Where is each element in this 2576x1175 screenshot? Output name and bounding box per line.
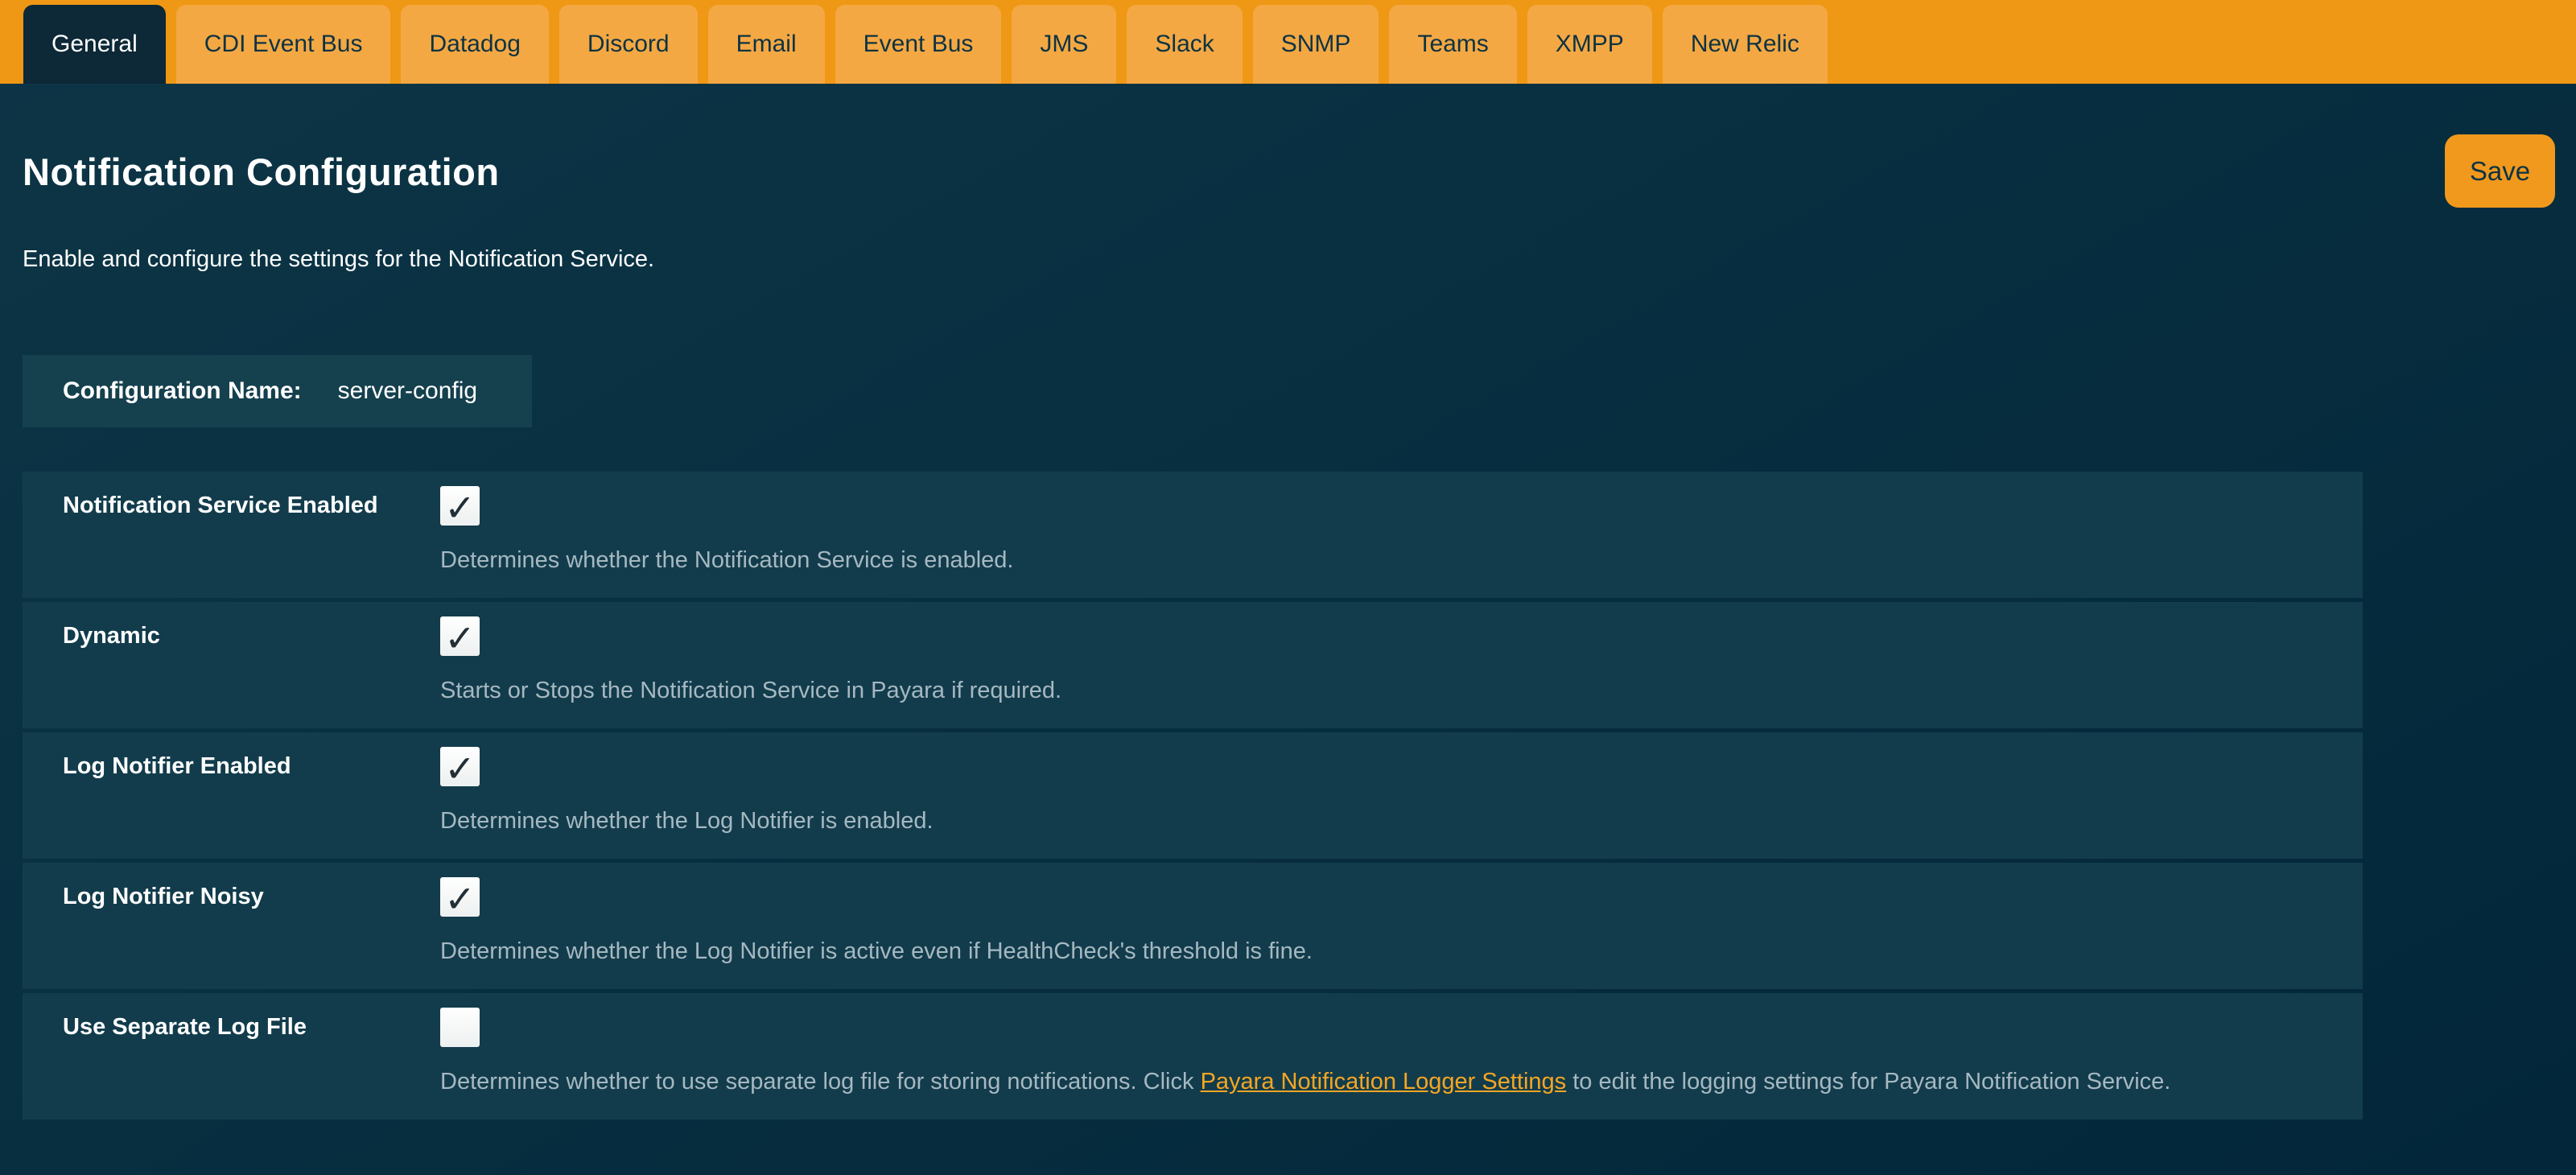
- settings-table: Notification Service Enabled ✓ Determine…: [23, 472, 2363, 1119]
- tab-xmpp[interactable]: XMPP: [1527, 5, 1652, 84]
- save-button[interactable]: Save: [2445, 134, 2555, 208]
- setting-help: Determines whether the Notification Serv…: [440, 547, 1013, 574]
- tab-label: General: [52, 31, 138, 58]
- tab-general[interactable]: General: [23, 5, 166, 84]
- tab-label: SNMP: [1281, 31, 1351, 58]
- use-separate-log-file-checkbox[interactable]: [440, 1008, 480, 1047]
- setting-row: Log Notifier Noisy ✓ Determines whether …: [23, 863, 2363, 989]
- tab-teams[interactable]: Teams: [1389, 5, 1516, 84]
- setting-help: Determines whether the Log Notifier is a…: [440, 938, 1313, 965]
- setting-label: Log Notifier Noisy: [63, 884, 264, 910]
- setting-help-text: Determines whether to use separate log f…: [440, 1069, 1201, 1095]
- tab-label: Event Bus: [863, 31, 974, 58]
- tab-event-bus[interactable]: Event Bus: [835, 5, 1002, 84]
- configuration-name-label: Configuration Name:: [63, 377, 302, 405]
- tab-label: Email: [736, 31, 797, 58]
- tab-snmp[interactable]: SNMP: [1253, 5, 1379, 84]
- dynamic-checkbox[interactable]: ✓: [440, 616, 480, 656]
- log-notifier-noisy-checkbox[interactable]: ✓: [440, 877, 480, 917]
- configuration-name-panel: Configuration Name: server-config: [23, 355, 532, 427]
- checkmark-icon: ✓: [444, 880, 476, 917]
- setting-label: Use Separate Log File: [63, 1014, 307, 1041]
- tab-cdi-event-bus[interactable]: CDI Event Bus: [176, 5, 391, 84]
- checkmark-icon: ✓: [444, 620, 476, 657]
- tab-label: XMPP: [1556, 31, 1624, 58]
- setting-label: Dynamic: [63, 623, 160, 649]
- setting-row: Notification Service Enabled ✓ Determine…: [23, 472, 2363, 598]
- configuration-name-value: server-config: [338, 377, 477, 405]
- setting-row: Use Separate Log File Determines whether…: [23, 993, 2363, 1119]
- tab-discord[interactable]: Discord: [559, 5, 698, 84]
- log-notifier-enabled-checkbox[interactable]: ✓: [440, 747, 480, 786]
- checkmark-icon: ✓: [444, 750, 476, 787]
- setting-label: Notification Service Enabled: [63, 493, 378, 519]
- setting-help: Determines whether to use separate log f…: [440, 1069, 2170, 1095]
- tab-label: Slack: [1155, 31, 1214, 58]
- tab-jms[interactable]: JMS: [1012, 5, 1116, 84]
- page-subtitle: Enable and configure the settings for th…: [23, 246, 654, 273]
- setting-label: Log Notifier Enabled: [63, 753, 291, 780]
- page-title: Notification Configuration: [23, 150, 500, 194]
- setting-row: Log Notifier Enabled ✓ Determines whethe…: [23, 732, 2363, 859]
- tab-label: JMS: [1040, 31, 1088, 58]
- tab-label: CDI Event Bus: [204, 31, 363, 58]
- tab-email[interactable]: Email: [708, 5, 825, 84]
- checkmark-icon: ✓: [444, 489, 476, 526]
- tab-label: Datadog: [429, 31, 520, 58]
- setting-help: Starts or Stops the Notification Service…: [440, 678, 1061, 704]
- tab-new-relic[interactable]: New Relic: [1663, 5, 1828, 84]
- setting-row: Dynamic ✓ Starts or Stops the Notificati…: [23, 602, 2363, 728]
- tab-label: Teams: [1417, 31, 1488, 58]
- tab-label: Discord: [587, 31, 670, 58]
- tab-label: New Relic: [1691, 31, 1799, 58]
- payara-notification-logger-settings-link[interactable]: Payara Notification Logger Settings: [1201, 1069, 1567, 1095]
- tab-slack[interactable]: Slack: [1127, 5, 1242, 84]
- setting-help: Determines whether the Log Notifier is e…: [440, 808, 934, 835]
- notification-service-enabled-checkbox[interactable]: ✓: [440, 486, 480, 526]
- setting-help-text: to edit the logging settings for Payara …: [1566, 1069, 2170, 1095]
- notifier-tab-bar: General CDI Event Bus Datadog Discord Em…: [0, 0, 2576, 84]
- tab-datadog[interactable]: Datadog: [401, 5, 548, 84]
